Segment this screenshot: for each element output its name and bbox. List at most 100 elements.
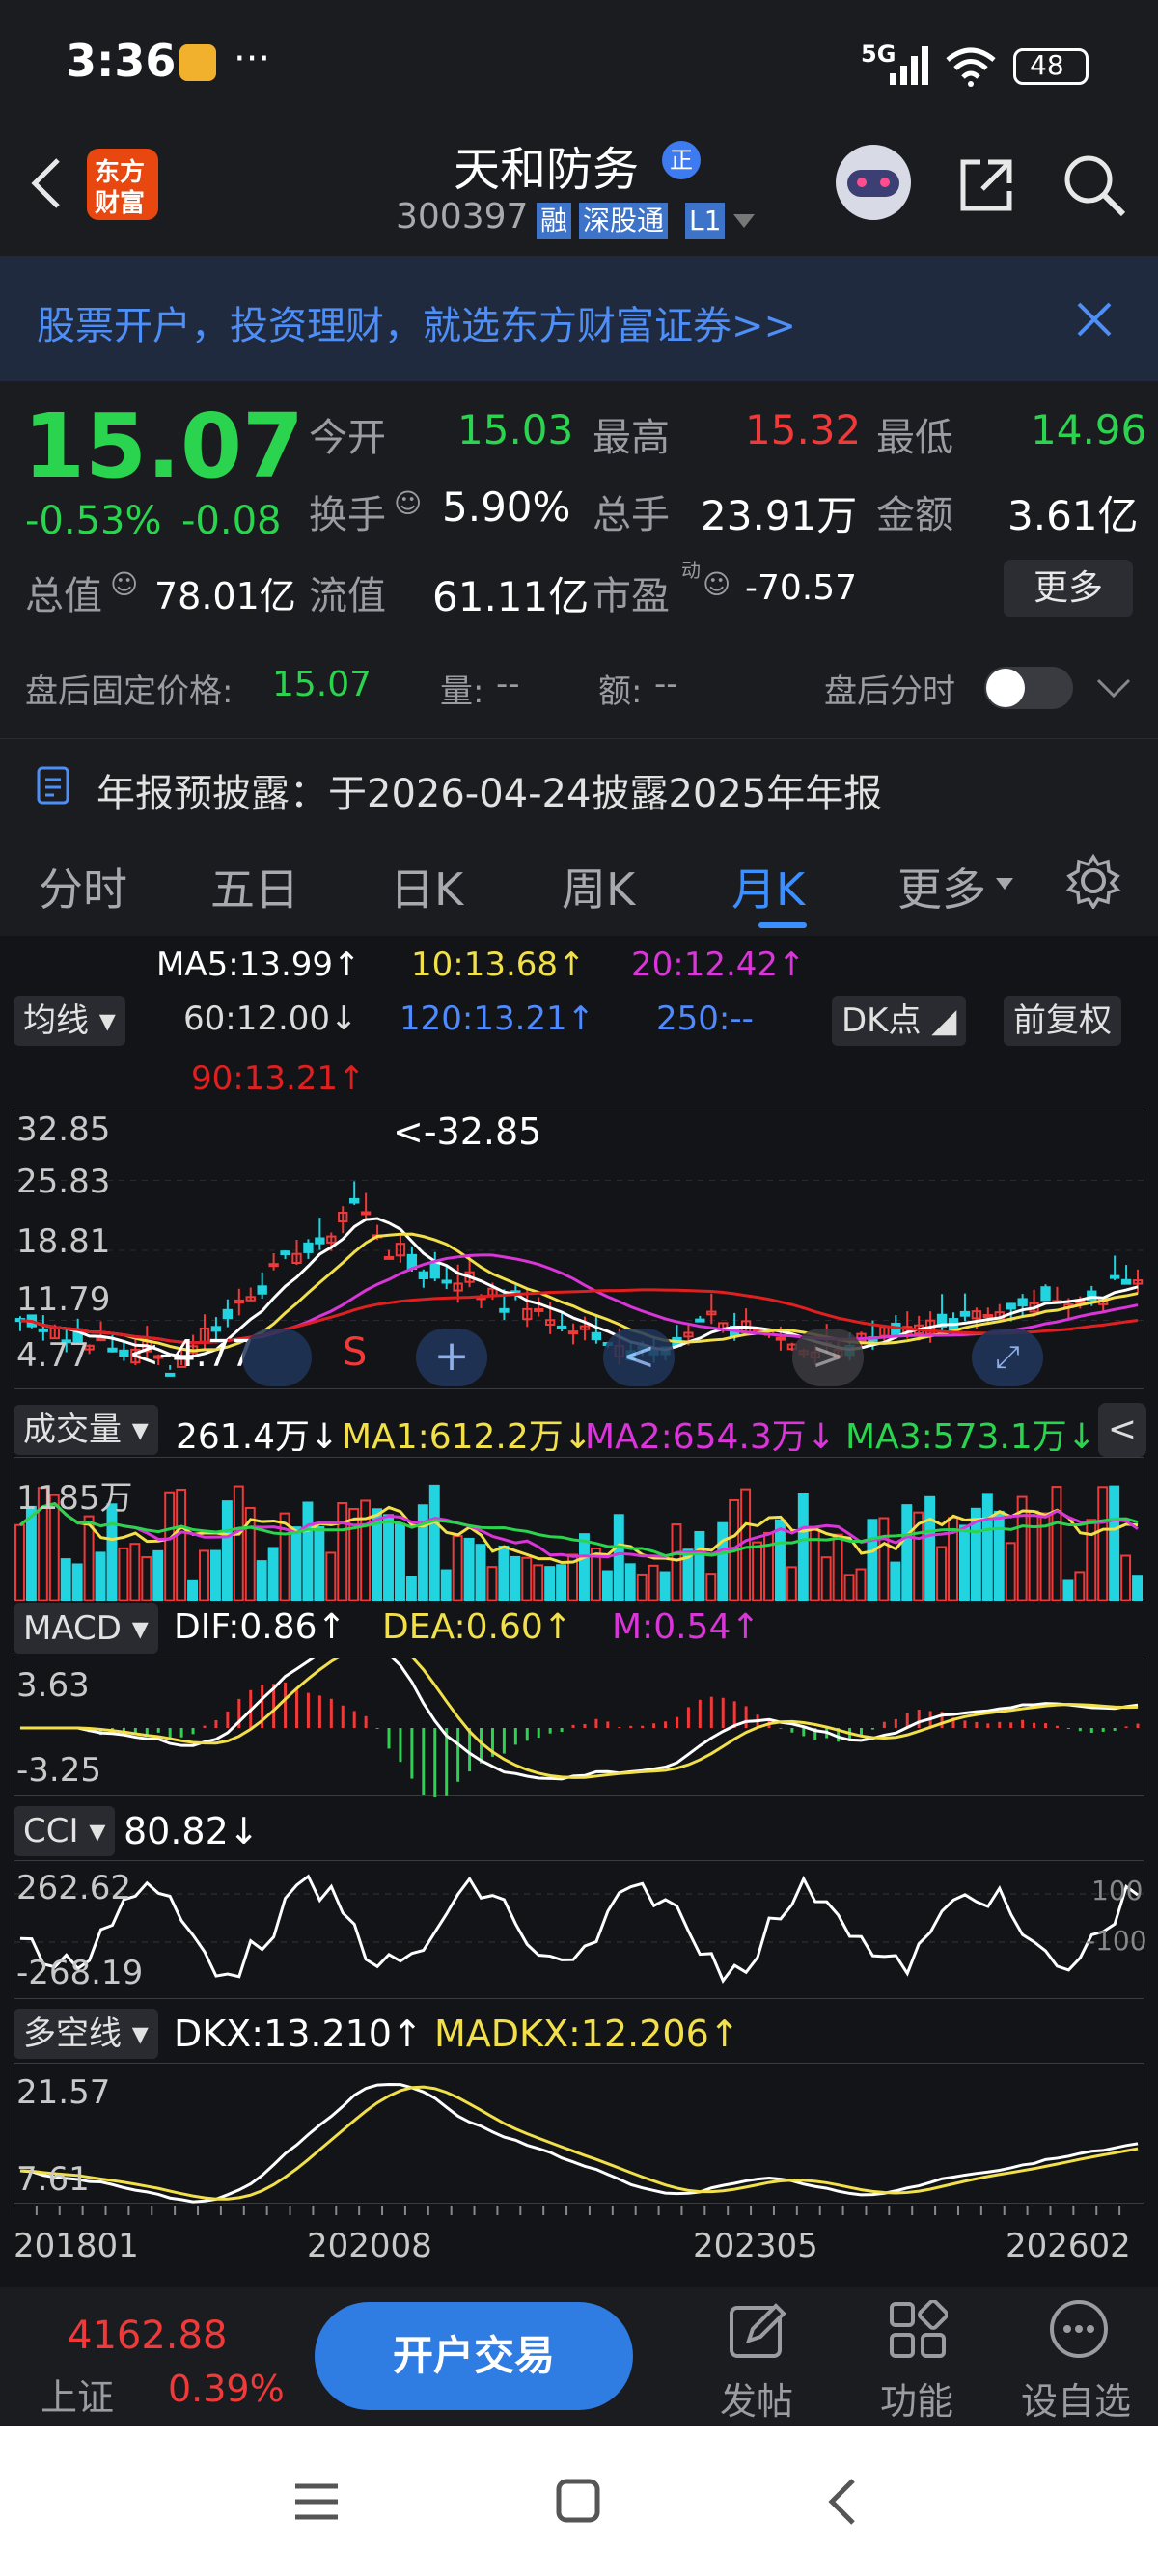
home-icon[interactable] — [556, 2479, 600, 2523]
turnover-label: 换手 — [309, 493, 386, 537]
chevron-down-icon[interactable] — [1096, 676, 1131, 699]
kline-panel[interactable]: 32.85 25.83 18.81 11.79 4.77 <-32.85 <-4… — [14, 1110, 1144, 1389]
volume-bar — [705, 1573, 717, 1601]
tab-week-k[interactable]: 周K — [562, 855, 635, 918]
tab-timeshare[interactable]: 分时 — [39, 855, 127, 918]
fullscreen-icon[interactable]: ⤢ — [972, 1329, 1043, 1386]
candle-body — [556, 1325, 567, 1329]
open-label: 今开 — [309, 416, 386, 460]
volume-bar — [405, 1576, 417, 1601]
volume-bar — [118, 1547, 129, 1601]
index-name[interactable]: 上证 — [41, 2368, 114, 2421]
back-nav-icon[interactable] — [826, 2477, 857, 2527]
app-logo[interactable]: 东方 财富 — [87, 149, 158, 220]
volume-bar — [1028, 1510, 1039, 1601]
price-adjust-button[interactable]: 前复权 — [1004, 996, 1121, 1046]
close-icon[interactable] — [1075, 300, 1114, 339]
volume-bar — [648, 1564, 659, 1601]
candle-body — [567, 1330, 579, 1335]
cci-label: CCI — [23, 1812, 79, 1850]
back-icon[interactable] — [27, 154, 66, 212]
promo-banner[interactable]: 股票开户，投资理财，就选东方财富证券>> — [0, 256, 1158, 381]
volume-bar — [95, 1551, 106, 1601]
volume-bar — [936, 1546, 948, 1601]
chart-next-icon[interactable]: > — [792, 1329, 864, 1386]
volume-bar — [958, 1524, 970, 1601]
kline-chart-area[interactable]: MA5:13.99↑ 10:13.68↑ 20:12.42↑ 均线 ▾ 60:1… — [0, 936, 1158, 2287]
candle-body — [695, 1318, 705, 1323]
ma10-legend: 10:13.68↑ — [411, 945, 586, 984]
chart-left-button[interactable] — [242, 1329, 312, 1386]
announce-row[interactable]: 年报预披露：于2026-04-24披露2025年年报 — [0, 738, 1158, 830]
candle-body — [441, 1279, 452, 1284]
candle-body — [499, 1307, 510, 1313]
pe-label: 市盈 — [593, 574, 670, 618]
ma250-legend: 250:-- — [656, 1000, 754, 1038]
announce-text[interactable]: 年报预披露：于2026-04-24披露2025年年报 — [96, 762, 882, 818]
volume-bar — [601, 1570, 613, 1601]
candle-body — [96, 1337, 106, 1342]
candle-body — [360, 1211, 372, 1216]
function-grid-icon[interactable] — [888, 2300, 948, 2360]
open-account-trade-button[interactable]: 开户交易 — [315, 2302, 633, 2410]
dropdown-triangle-icon[interactable] — [733, 214, 755, 230]
tab-five-day[interactable]: 五日 — [210, 855, 299, 918]
volume-bar — [498, 1545, 510, 1601]
cci-tick: 262.62 — [16, 1869, 131, 1907]
volume-bar — [302, 1501, 314, 1601]
after-hours-toggle[interactable] — [984, 667, 1073, 709]
zoom-in-icon[interactable]: + — [416, 1329, 487, 1386]
volume-indicator-button[interactable]: 成交量 ▾ — [14, 1405, 158, 1455]
tab-more[interactable]: 更多 — [897, 855, 986, 918]
volume-bar — [924, 1495, 936, 1601]
volume-label: 总手 — [593, 493, 670, 537]
volume-bar — [843, 1574, 855, 1601]
candle-body — [222, 1308, 234, 1320]
dk-point-button[interactable]: DK点 ◢ — [832, 996, 967, 1046]
collapse-panel-button[interactable]: < — [1098, 1403, 1146, 1457]
tab-more-triangle-icon — [996, 878, 1013, 890]
watchlist-icon[interactable] — [1048, 2298, 1110, 2360]
banner-text[interactable]: 股票开户，投资理财，就选东方财富证券>> — [37, 294, 796, 350]
pe-info-icon[interactable]: ☺ — [703, 568, 731, 600]
post-label[interactable]: 发帖 — [720, 2371, 793, 2425]
mktcap-info-icon[interactable]: ☺ — [110, 568, 138, 600]
volume-bar — [314, 1525, 325, 1601]
more-button[interactable]: 更多 — [1004, 560, 1133, 617]
price-tick: 11.79 — [16, 1280, 111, 1319]
candle-body — [959, 1310, 971, 1317]
tab-day-k[interactable]: 日K — [390, 855, 463, 918]
volume-bar — [1097, 1486, 1109, 1601]
chart-prev-icon[interactable]: < — [603, 1329, 675, 1386]
candle-body — [257, 1285, 267, 1295]
index-value[interactable]: 4162.88 — [68, 2314, 227, 2358]
function-label[interactable]: 功能 — [880, 2371, 953, 2425]
macd-tick: 3.63 — [16, 1666, 90, 1705]
search-icon[interactable] — [1062, 152, 1127, 218]
dkx-indicator-button[interactable]: 多空线 ▾ — [14, 2009, 158, 2059]
ma-type-button[interactable]: 均线 ▾ — [14, 996, 125, 1046]
cci-indicator-button[interactable]: CCI ▾ — [14, 1806, 116, 1856]
volume-bar — [993, 1510, 1005, 1601]
volume-bar — [71, 1563, 83, 1601]
watchlist-label[interactable]: 设自选 — [1021, 2371, 1131, 2425]
after-amt-value: -- — [654, 665, 678, 703]
madkx-line — [19, 2085, 1139, 2201]
post-edit-icon[interactable] — [728, 2300, 787, 2360]
index-pct[interactable]: 0.39% — [168, 2368, 285, 2410]
tab-month-k[interactable]: 月K — [731, 855, 805, 918]
menu-icon[interactable] — [293, 2480, 340, 2523]
volume-bar — [878, 1517, 890, 1601]
settings-gear-icon[interactable] — [1065, 853, 1121, 909]
last-price: 15.07 — [23, 395, 305, 498]
share-icon[interactable] — [955, 154, 1017, 216]
macd-indicator-button[interactable]: MACD ▾ — [14, 1603, 158, 1654]
turnover-info-icon[interactable]: ☺ — [394, 487, 422, 519]
robot-assistant-icon[interactable] — [836, 145, 911, 220]
volume-bar — [636, 1573, 648, 1601]
volume-bar — [348, 1507, 360, 1601]
mktcap-label: 总值 — [25, 574, 102, 618]
macd-dif: DIF:0.86↑ — [174, 1607, 346, 1647]
volume-bar — [544, 1566, 556, 1601]
amount-value: 3.61亿 — [1007, 492, 1139, 539]
